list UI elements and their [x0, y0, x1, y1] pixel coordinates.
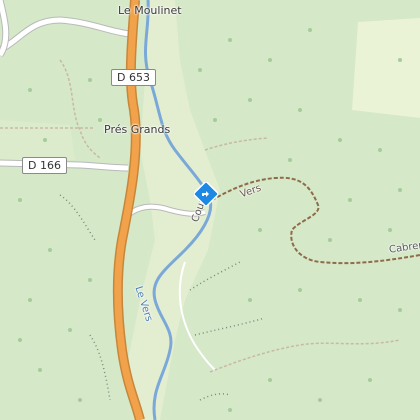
- place-label-le-moulinet: Le Moulinet: [118, 4, 182, 17]
- map-base-layer: [0, 0, 420, 420]
- meadow-field: [352, 18, 420, 118]
- place-label-pres-grands: Prés Grands: [104, 123, 171, 136]
- road-shield-d166: D 166: [22, 157, 67, 174]
- directions-sign-icon: [194, 182, 218, 206]
- map-canvas[interactable]: Le Moulinet Prés Grands Cabrere D 653 D …: [0, 0, 420, 420]
- road-shield-d653: D 653: [111, 69, 156, 86]
- location-marker[interactable]: [194, 182, 218, 206]
- west-clearing: [0, 120, 75, 160]
